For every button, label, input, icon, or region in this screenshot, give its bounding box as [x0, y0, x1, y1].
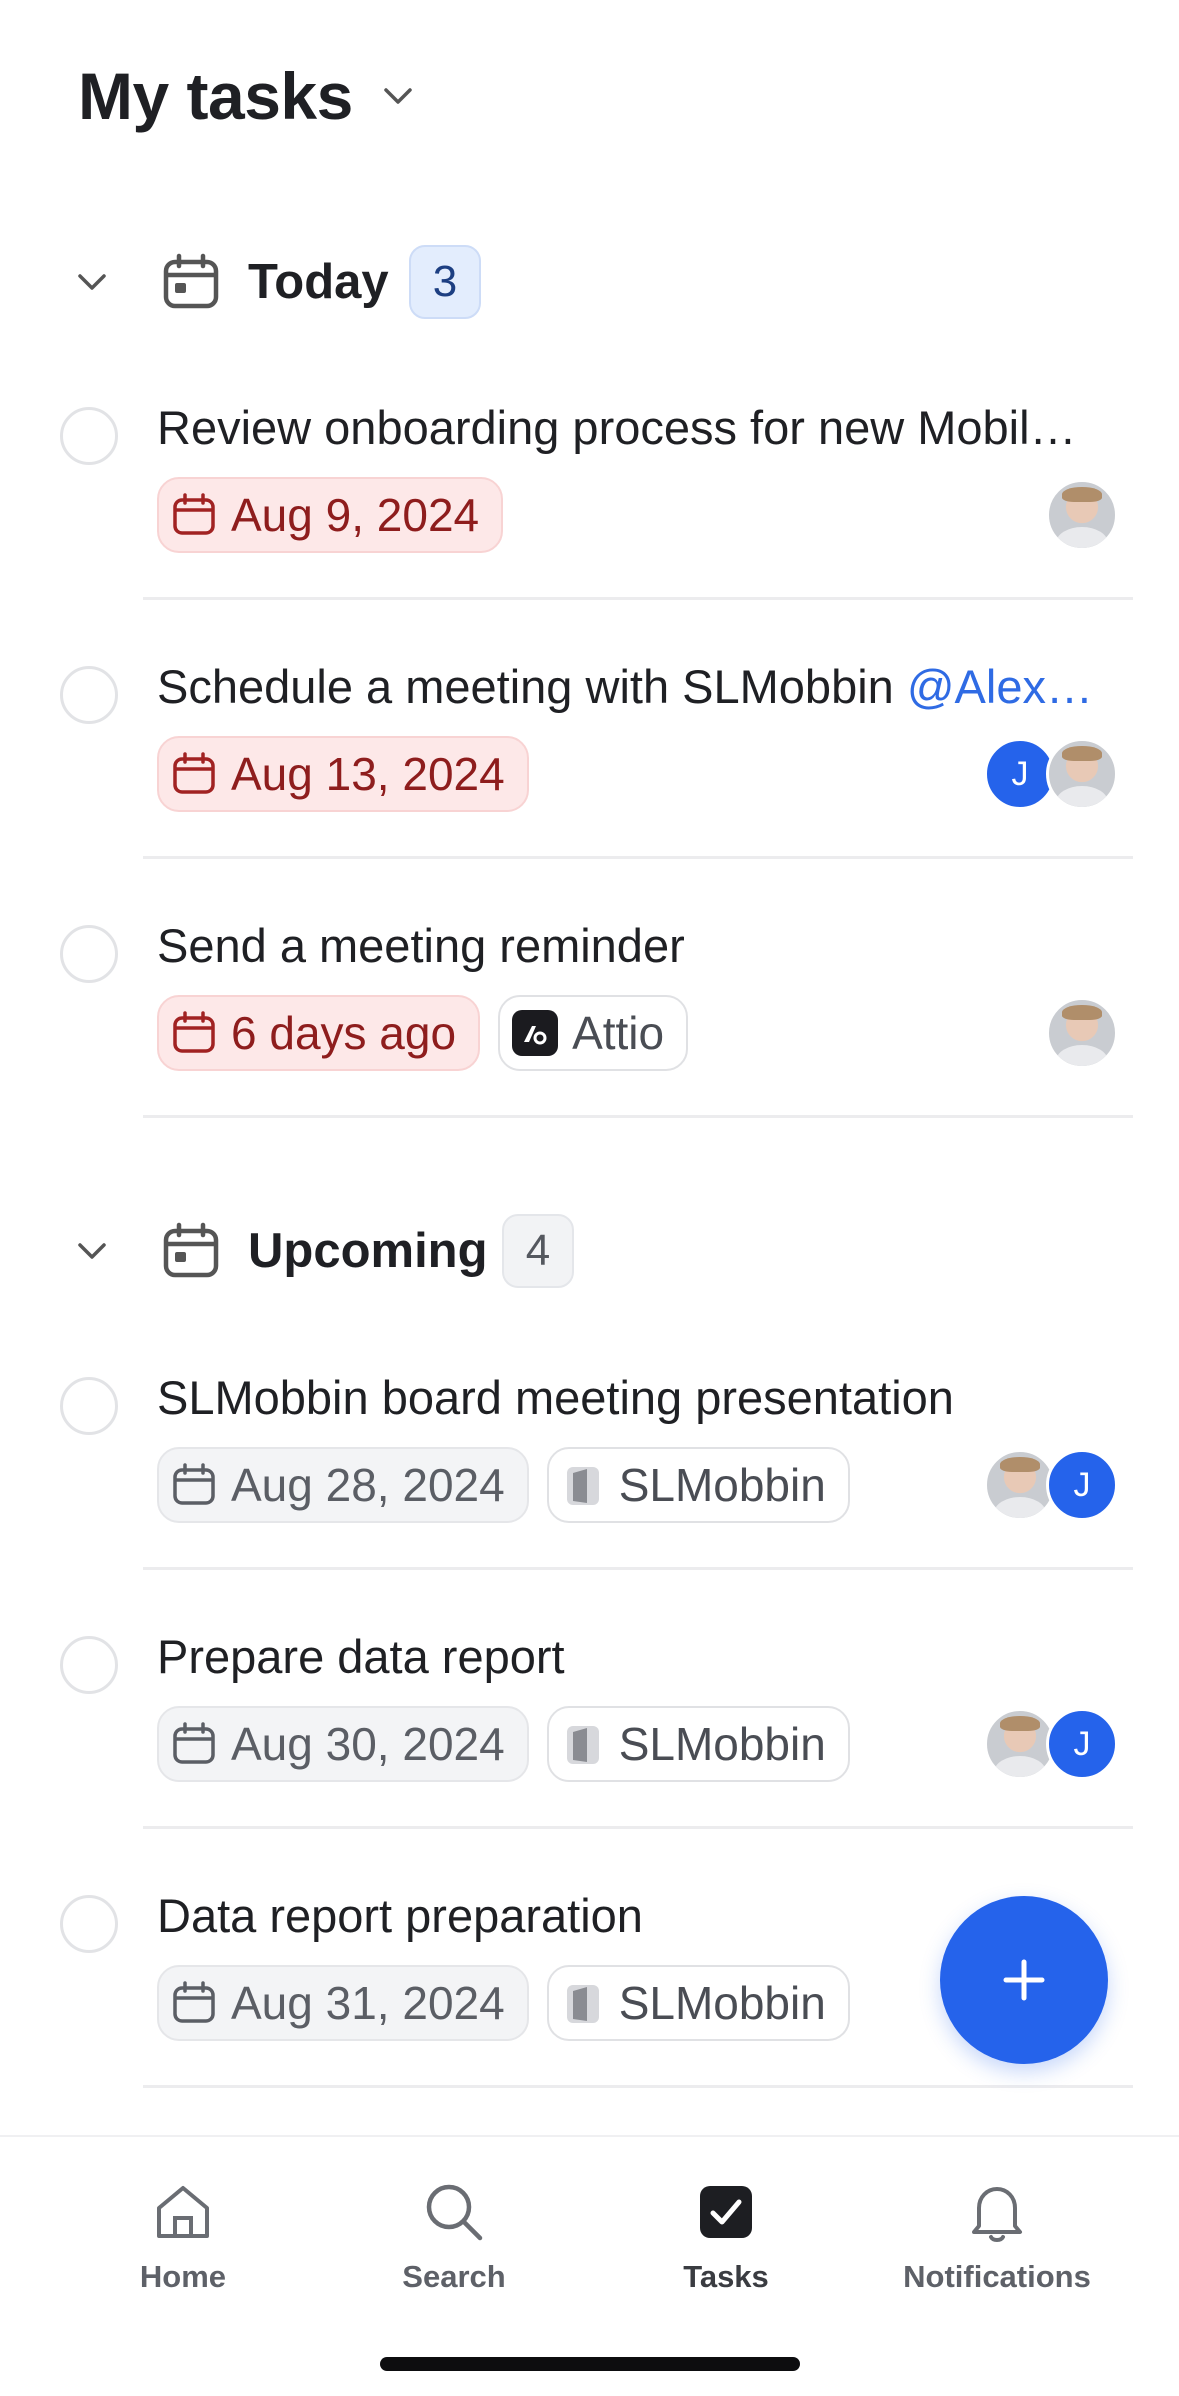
company-logo-icon	[561, 1722, 605, 1766]
company-name: SLMobbin	[618, 1459, 826, 1511]
tasks-checkbox-icon	[691, 2177, 761, 2247]
avatar	[1046, 738, 1118, 810]
nav-label: Home	[139, 2259, 227, 2294]
task-title: Prepare data report	[157, 1630, 565, 1683]
bell-icon	[962, 2177, 1032, 2247]
due-date-text: Aug 28, 2024	[231, 1459, 505, 1511]
section-header-upcoming[interactable]: Upcoming 4	[0, 1211, 1179, 1291]
calendar-icon	[160, 251, 222, 313]
divider	[143, 1567, 1133, 1570]
home-indicator[interactable]	[380, 2357, 800, 2371]
count-badge: 3	[409, 245, 481, 319]
section-title: Today	[248, 255, 389, 309]
task-row[interactable]: Review onboarding process for new Mobil……	[0, 375, 1179, 633]
task-row[interactable]: Schedule a meeting with SLMobbin @Alex… …	[0, 634, 1179, 892]
task-row[interactable]: Send a meeting reminder 6 days ago Attio	[0, 893, 1179, 1151]
section-title: Upcoming	[248, 1224, 488, 1278]
nav-label: Tasks	[683, 2259, 769, 2294]
due-date-chip[interactable]: Aug 31, 2024	[157, 1965, 529, 2041]
chevron-down-icon[interactable]	[72, 262, 112, 302]
task-checkbox[interactable]	[60, 1636, 118, 1694]
task-title: Send a meeting reminder	[157, 919, 685, 972]
due-date-chip[interactable]: 6 days ago	[157, 995, 481, 1071]
nav-search[interactable]: Search	[354, 2177, 554, 2295]
calendar-icon	[171, 492, 217, 538]
mention-link[interactable]: @Alex…	[907, 660, 1093, 713]
chevron-down-icon[interactable]	[72, 1231, 112, 1271]
due-date-text: Aug 9, 2024	[231, 489, 480, 541]
due-date-text: Aug 31, 2024	[231, 1977, 505, 2029]
add-task-button[interactable]	[940, 1896, 1108, 2064]
assignees: J	[984, 1708, 1118, 1780]
task-title: Schedule a meeting with SLMobbin @Alex…	[157, 656, 1132, 717]
task-checkbox[interactable]	[60, 1377, 118, 1435]
nav-label: Notifications	[903, 2259, 1091, 2294]
avatar: J	[1046, 1449, 1118, 1521]
home-icon	[148, 2177, 218, 2247]
assignees: J	[984, 738, 1118, 810]
calendar-icon	[171, 1721, 217, 1767]
chevron-down-icon[interactable]	[381, 79, 415, 113]
task-row[interactable]: SLMobbin board meeting presentation Aug …	[0, 1345, 1179, 1603]
divider	[143, 856, 1133, 859]
nav-tasks[interactable]: Tasks	[626, 2177, 826, 2295]
company-logo-icon	[561, 1463, 605, 1507]
due-date-text: Aug 30, 2024	[231, 1718, 505, 1770]
assignees: J	[984, 1449, 1118, 1521]
task-checkbox[interactable]	[60, 1895, 118, 1953]
due-date-chip[interactable]: Aug 28, 2024	[157, 1447, 529, 1523]
nav-label: Search	[402, 2259, 506, 2294]
calendar-icon	[171, 1980, 217, 2026]
task-row[interactable]: Prepare data report Aug 30, 2024 SLMobbi…	[0, 1604, 1179, 1862]
divider	[143, 597, 1133, 600]
company-chip[interactable]: Attio	[498, 995, 689, 1071]
attio-logo-icon	[512, 1010, 559, 1056]
company-name: SLMobbin	[618, 1977, 826, 2029]
assignees	[1046, 997, 1118, 1069]
due-date-text: Aug 13, 2024	[231, 748, 505, 800]
company-logo-icon	[561, 1981, 605, 2025]
nav-notifications[interactable]: Notifications	[897, 2177, 1097, 2295]
divider	[143, 1115, 1133, 1118]
calendar-icon	[171, 751, 217, 797]
task-checkbox[interactable]	[60, 925, 118, 983]
calendar-icon	[171, 1010, 217, 1056]
task-checkbox[interactable]	[60, 666, 118, 724]
tasks-screen: My tasks Today 3 Review onboarding proce…	[0, 0, 1179, 2396]
due-date-chip[interactable]: Aug 30, 2024	[157, 1706, 529, 1782]
due-date-chip[interactable]: Aug 13, 2024	[157, 736, 529, 812]
company-name: Attio	[572, 1007, 665, 1059]
assignees	[1046, 479, 1118, 551]
avatar	[1046, 479, 1118, 551]
divider	[143, 2085, 1133, 2088]
task-checkbox[interactable]	[60, 407, 118, 465]
calendar-icon	[171, 1462, 217, 1508]
avatar: J	[1046, 1708, 1118, 1780]
count-badge: 4	[502, 1214, 574, 1288]
avatar	[1046, 997, 1118, 1069]
page-title: My tasks	[78, 59, 353, 133]
plus-icon	[1003, 1959, 1045, 2001]
company-chip[interactable]: SLMobbin	[546, 1965, 850, 2041]
task-title-text: Schedule a meeting with SLMobbin	[157, 660, 907, 713]
divider	[143, 1826, 1133, 1829]
due-date-text: 6 days ago	[231, 1007, 457, 1059]
page-header[interactable]: My tasks	[78, 58, 415, 134]
calendar-icon	[160, 1220, 222, 1282]
section-header-today[interactable]: Today 3	[0, 242, 1179, 322]
company-name: SLMobbin	[618, 1718, 826, 1770]
due-date-chip[interactable]: Aug 9, 2024	[157, 477, 504, 553]
task-title: SLMobbin board meeting presentation	[157, 1371, 954, 1424]
task-title: Review onboarding process for new Mobil…	[157, 401, 1077, 454]
company-chip[interactable]: SLMobbin	[546, 1706, 850, 1782]
nav-home[interactable]: Home	[83, 2177, 283, 2295]
search-icon	[419, 2177, 489, 2247]
company-chip[interactable]: SLMobbin	[546, 1447, 850, 1523]
